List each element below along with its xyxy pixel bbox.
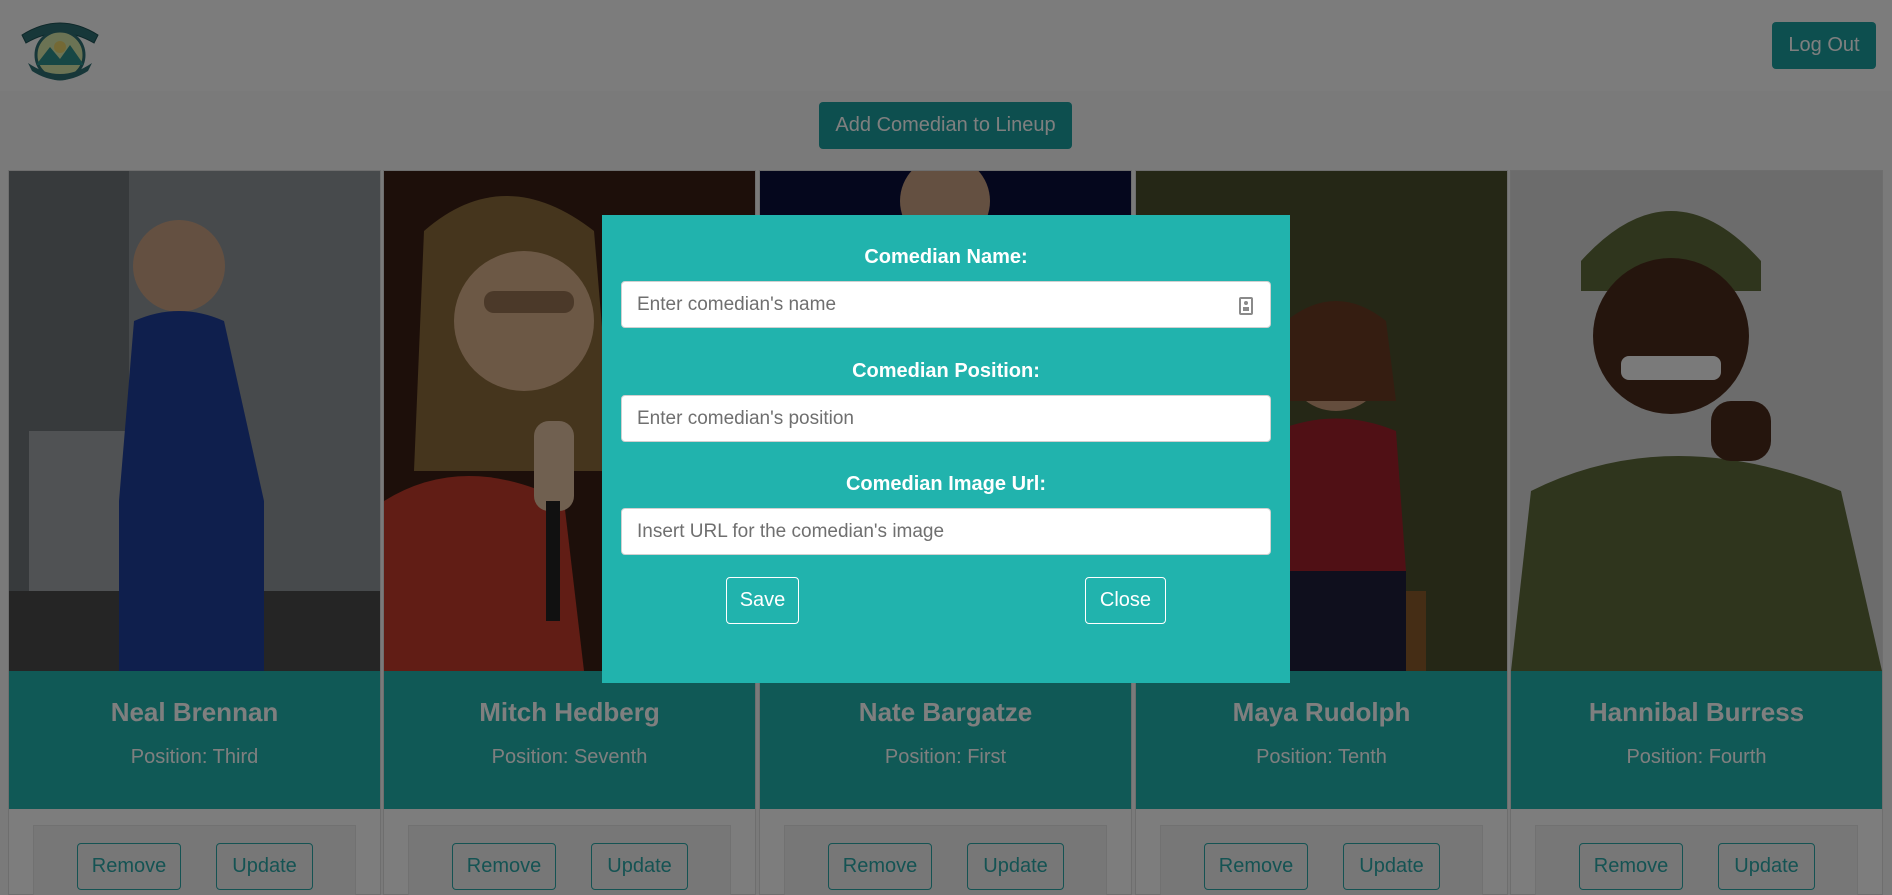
image-url-label: Comedian Image Url: bbox=[845, 473, 1047, 495]
contact-card-icon[interactable] bbox=[1239, 297, 1253, 315]
save-button[interactable]: Save bbox=[726, 577, 799, 624]
close-button[interactable]: Close bbox=[1085, 577, 1166, 624]
comedian-image-url-input[interactable] bbox=[621, 508, 1271, 555]
name-label: Comedian Name: bbox=[864, 246, 1028, 268]
comedian-position-input[interactable] bbox=[621, 395, 1271, 442]
add-comedian-modal: Comedian Name: Comedian Position: Comedi… bbox=[602, 215, 1290, 683]
comedian-name-input[interactable] bbox=[621, 281, 1271, 328]
position-label: Comedian Position: bbox=[852, 360, 1040, 382]
